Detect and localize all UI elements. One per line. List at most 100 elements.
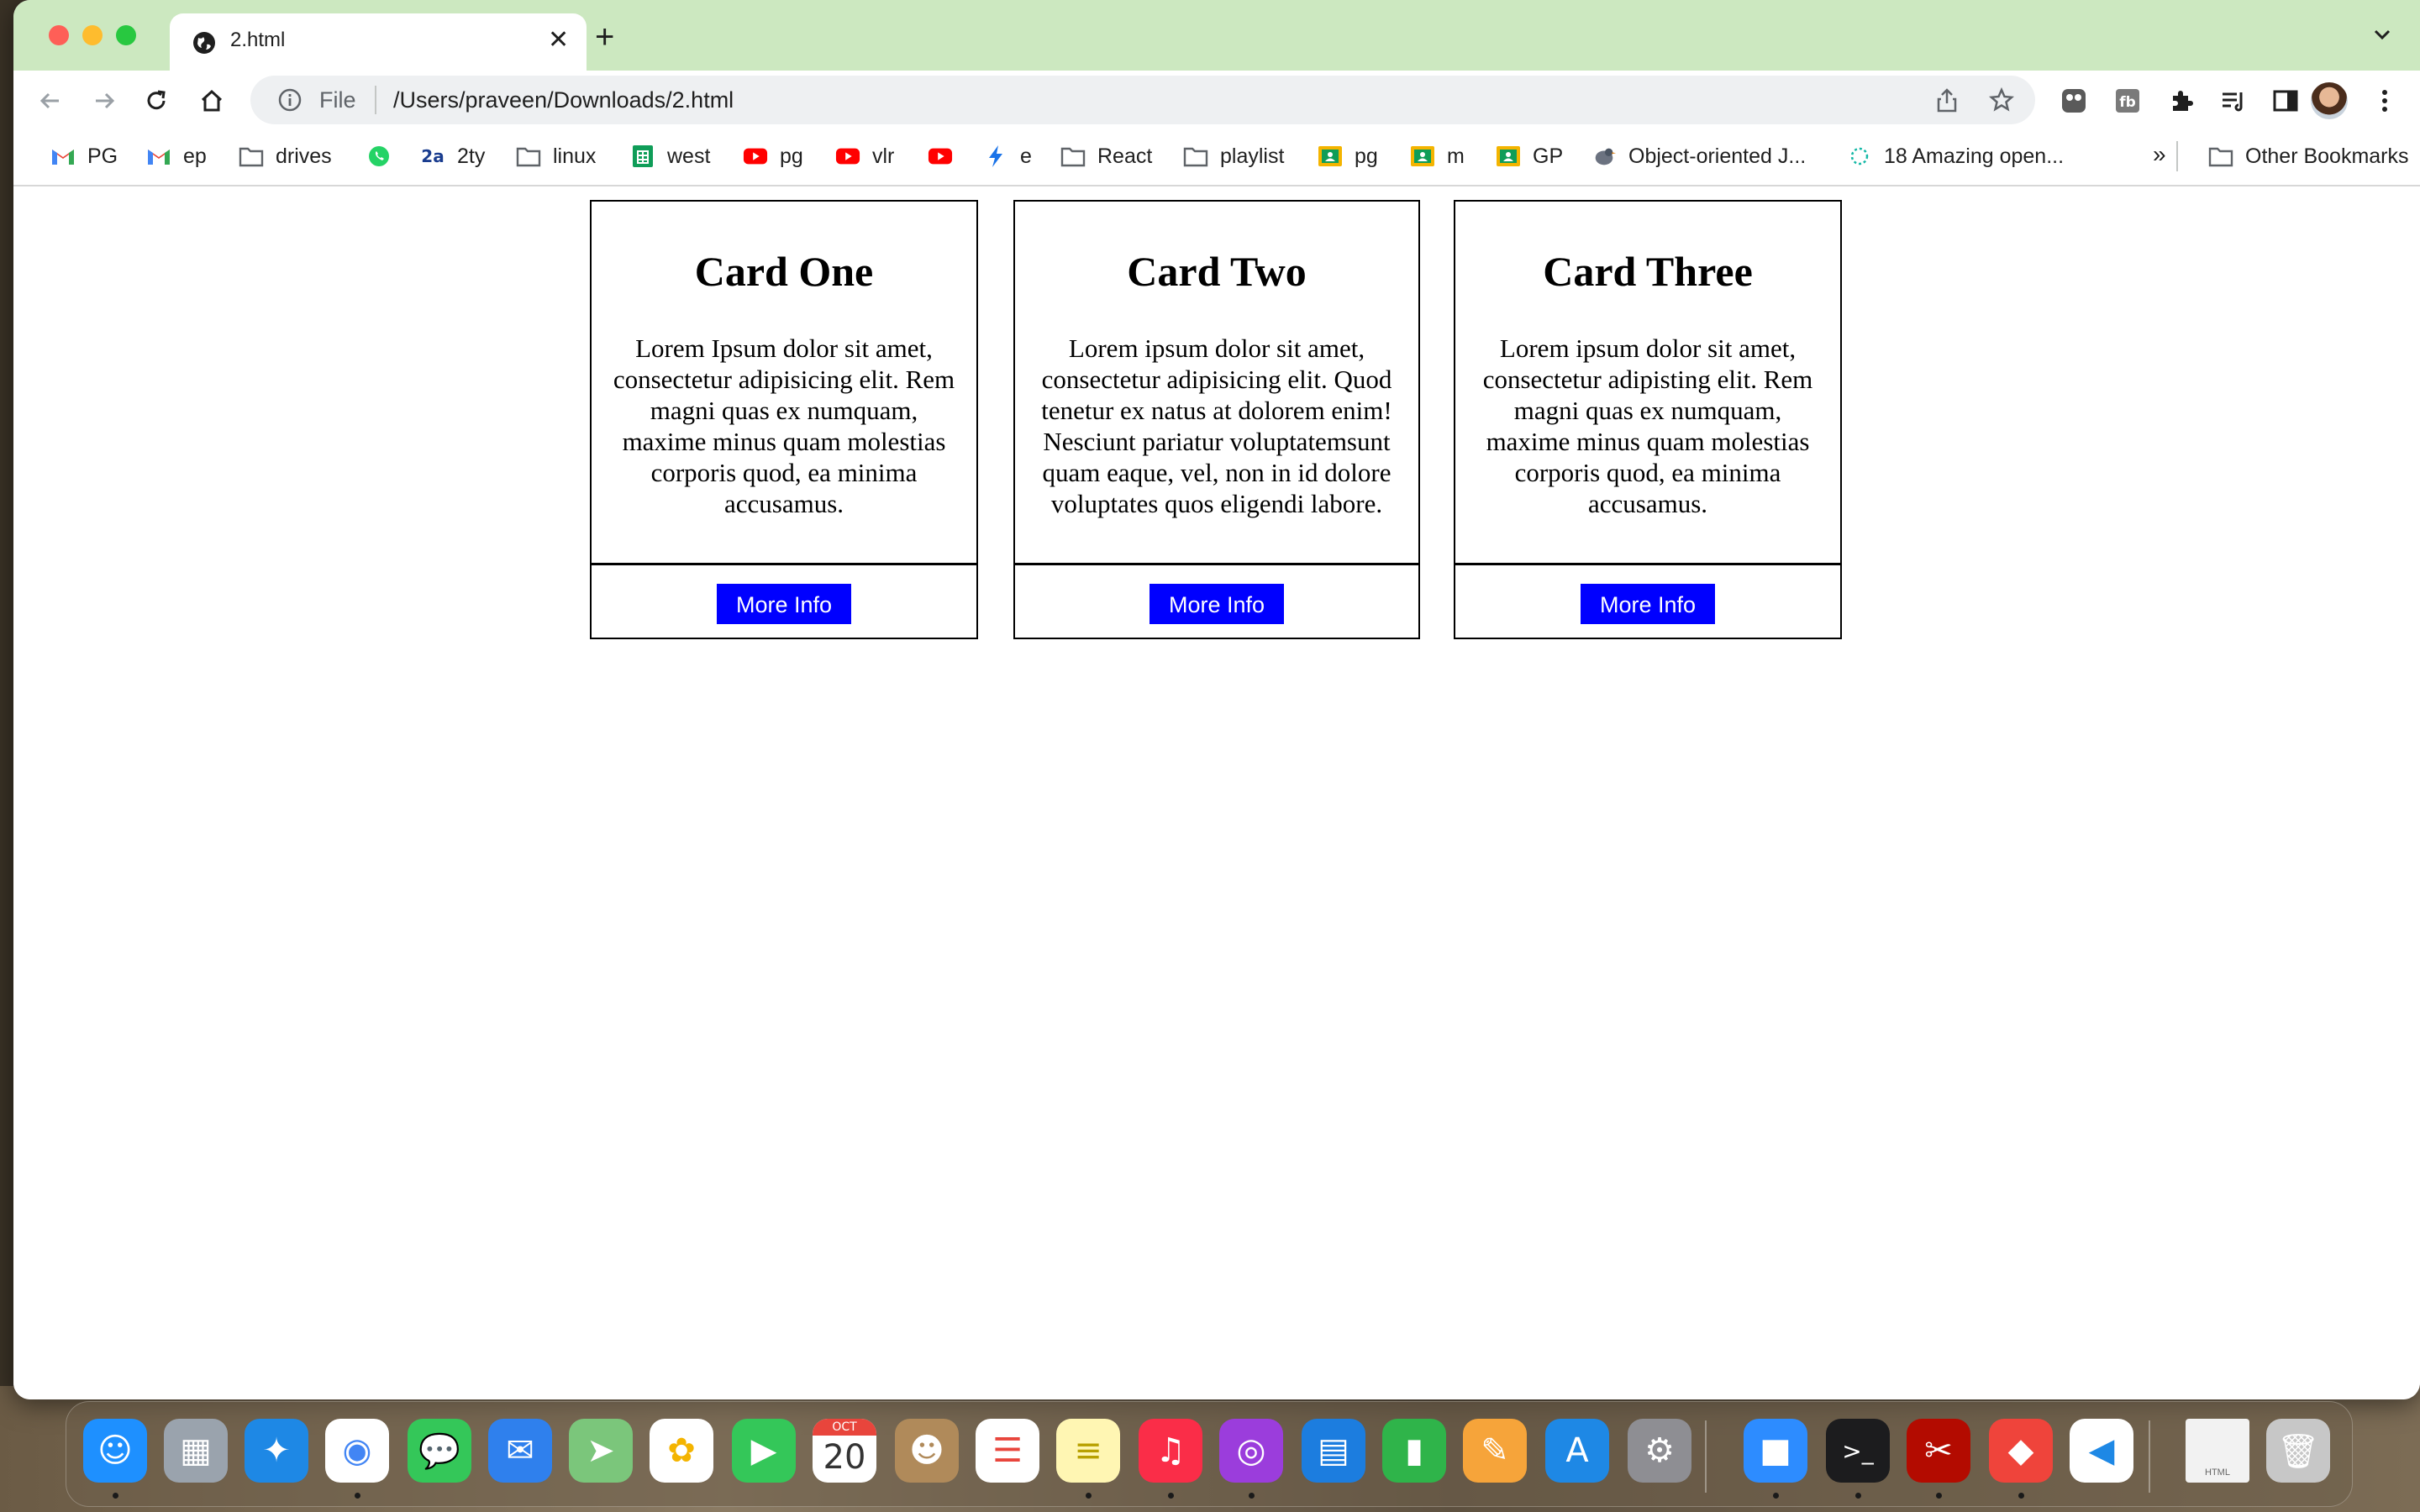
- tab-close-icon[interactable]: ✕: [548, 25, 569, 55]
- home-icon[interactable]: [197, 86, 227, 116]
- side-panel-icon[interactable]: [2270, 86, 2301, 116]
- dock-photos-icon[interactable]: ✿: [650, 1419, 713, 1483]
- bookmark-item[interactable]: [928, 139, 953, 173]
- share-icon[interactable]: [1934, 87, 1960, 113]
- back-arrow-icon[interactable]: [35, 86, 66, 116]
- dock-html-file-icon[interactable]: HTML: [2186, 1419, 2249, 1483]
- card-text: Lorem ipsum dolor sit amet, consectetur …: [1041, 333, 1392, 518]
- tab-strip: 2.html ✕ +: [13, 0, 2420, 71]
- dock-mail-icon[interactable]: ✉: [488, 1419, 552, 1483]
- close-window-button[interactable]: [49, 25, 69, 45]
- bookmark-item[interactable]: m: [1410, 139, 1465, 173]
- bookmark-label: Object-oriented J...: [1628, 144, 1807, 168]
- tab-search-chevron-icon[interactable]: [2370, 22, 2395, 47]
- bookmark-label: 18 Amazing open...: [1884, 144, 2065, 168]
- dock-facetime-icon[interactable]: ▶: [732, 1419, 796, 1483]
- dock-vscode-icon[interactable]: ◀: [2070, 1419, 2133, 1483]
- reading-list-icon[interactable]: [2218, 86, 2249, 116]
- card-text: Lorem Ipsum dolor sit amet, consectetur …: [613, 333, 955, 518]
- classroom-icon: [1318, 144, 1343, 169]
- dock-calendar-icon[interactable]: OCT 20: [813, 1419, 876, 1483]
- extension-tampermonkey-icon[interactable]: [2059, 86, 2089, 116]
- dock-podcasts-icon[interactable]: ◎: [1219, 1419, 1283, 1483]
- bookmark-item[interactable]: React: [1060, 139, 1152, 173]
- more-info-button[interactable]: More Info: [1581, 584, 1715, 624]
- classroom-icon: [1410, 144, 1435, 169]
- extension-fb-icon[interactable]: fb: [2112, 86, 2143, 116]
- bookmark-item[interactable]: e: [983, 139, 1032, 173]
- bookmark-label: drives: [276, 144, 332, 168]
- profile-avatar[interactable]: [2311, 82, 2348, 119]
- dock-notes-icon[interactable]: ≡: [1056, 1419, 1120, 1483]
- dock-reminders-icon[interactable]: ☰: [976, 1419, 1039, 1483]
- more-info-button[interactable]: More Info: [1150, 584, 1284, 624]
- dock-trash-icon[interactable]: 🗑: [2266, 1419, 2330, 1483]
- dock-zoom-icon[interactable]: ■: [1744, 1419, 1807, 1483]
- running-indicator: [113, 1493, 118, 1499]
- bookmark-item[interactable]: west: [630, 139, 710, 173]
- bookmark-item[interactable]: [366, 139, 392, 173]
- bookmarks-overflow-button[interactable]: »: [2153, 138, 2166, 171]
- bookmark-item[interactable]: ep: [146, 139, 207, 173]
- bookmark-item[interactable]: 2a 2ty: [420, 139, 485, 173]
- minimize-window-button[interactable]: [82, 25, 103, 45]
- bookmark-label: pg: [1355, 144, 1378, 168]
- bookmark-item[interactable]: vlr: [835, 139, 894, 173]
- bookmark-item[interactable]: pg: [743, 139, 803, 173]
- bookmark-item[interactable]: pg: [1318, 139, 1378, 173]
- scheme-label: File: [319, 87, 356, 113]
- zoom-window-button[interactable]: [116, 25, 136, 45]
- running-indicator: [1086, 1493, 1092, 1499]
- bookmark-item[interactable]: GP: [1496, 139, 1563, 173]
- bookmark-label: vlr: [872, 144, 895, 168]
- address-bar[interactable]: File /Users/praveen/Downloads/2.html: [250, 76, 2035, 124]
- extensions-puzzle-icon[interactable]: [2166, 86, 2196, 116]
- bookmark-star-icon[interactable]: [1988, 87, 2015, 113]
- new-tab-button[interactable]: +: [595, 20, 614, 54]
- more-info-button[interactable]: More Info: [717, 584, 851, 624]
- tab-active[interactable]: 2.html ✕: [170, 13, 587, 71]
- card-two: Card Two Lorem ipsum dolor sit amet, con…: [1013, 200, 1420, 639]
- bookmark-label: m: [1447, 144, 1465, 168]
- bird-icon: [1591, 144, 1617, 169]
- dock-safari-icon[interactable]: ✦: [245, 1419, 308, 1483]
- dock-music-icon[interactable]: ♫: [1139, 1419, 1202, 1483]
- omnibox-divider: [375, 86, 376, 114]
- running-indicator: [2018, 1493, 2024, 1499]
- dock-divider: [2149, 1420, 2150, 1493]
- bookmark-item[interactable]: drives: [239, 139, 332, 173]
- bookmark-item[interactable]: playlist: [1183, 139, 1284, 173]
- dock-numbers-icon[interactable]: ▮: [1382, 1419, 1446, 1483]
- reload-icon[interactable]: [141, 86, 171, 116]
- dock-anydesk-icon[interactable]: ◆: [1989, 1419, 2053, 1483]
- dock-acrobat-icon[interactable]: ✂: [1907, 1419, 1970, 1483]
- running-indicator: [1249, 1493, 1255, 1499]
- dock-finder-icon[interactable]: ☺: [83, 1419, 147, 1483]
- dock-pages-icon[interactable]: ✎: [1463, 1419, 1527, 1483]
- dock-terminal-icon[interactable]: >_: [1826, 1419, 1890, 1483]
- dock-app-store-icon[interactable]: A: [1545, 1419, 1609, 1483]
- dock-chrome-icon[interactable]: ◉: [325, 1419, 389, 1483]
- dock-launchpad-icon[interactable]: ▦: [164, 1419, 228, 1483]
- url-text[interactable]: /Users/praveen/Downloads/2.html: [393, 87, 734, 113]
- bookmark-item[interactable]: linux: [516, 139, 596, 173]
- bookmark-item[interactable]: PG: [50, 139, 118, 173]
- dock-maps-icon[interactable]: ➤: [569, 1419, 633, 1483]
- folder-icon: [1060, 144, 1086, 169]
- dock-contacts-icon[interactable]: ☻: [895, 1419, 959, 1483]
- bookmark-item[interactable]: Object-oriented J...: [1591, 139, 1806, 173]
- forward-arrow-icon[interactable]: [89, 86, 119, 116]
- card-body: Card Three Lorem ipsum dolor sit amet, c…: [1455, 202, 1840, 565]
- calendar-month: OCT: [813, 1419, 876, 1436]
- browser-menu-icon[interactable]: [2378, 86, 2391, 116]
- dock-messages-icon[interactable]: 💬: [408, 1419, 471, 1483]
- dock-keynote-icon[interactable]: ▤: [1302, 1419, 1365, 1483]
- tab-title: 2.html: [230, 29, 286, 51]
- site-info-icon[interactable]: [277, 87, 302, 113]
- toolbar: File /Users/praveen/Downloads/2.html fb: [13, 71, 2420, 131]
- running-indicator: [355, 1493, 360, 1499]
- gmail-icon: [50, 144, 76, 169]
- other-bookmarks-folder[interactable]: Other Bookmarks: [2208, 139, 2409, 173]
- bookmark-item[interactable]: 18 Amazing open...: [1847, 139, 2064, 173]
- dock-system-preferences-icon[interactable]: ⚙: [1628, 1419, 1691, 1483]
